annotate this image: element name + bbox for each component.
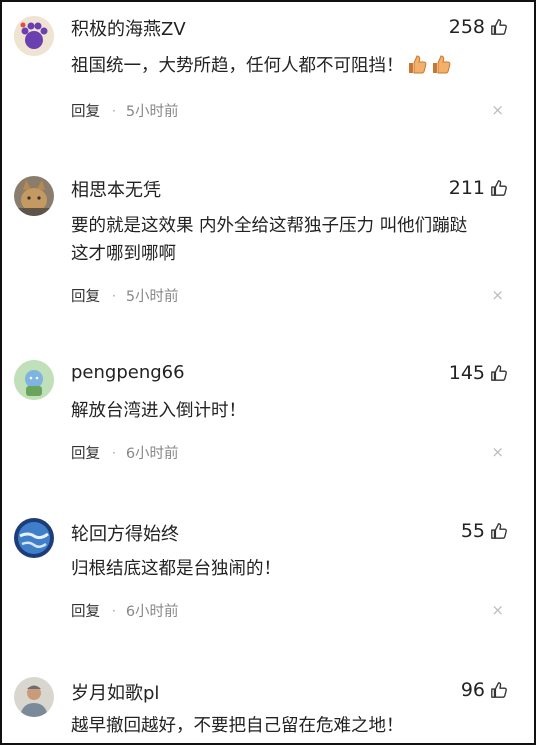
separator-dot: · [112, 603, 116, 618]
comment-item: 相思本无凭 211 要的就是这效果 内外全给这帮独子压力 叫他们蹦跶 这才哪到哪… [2, 162, 534, 347]
like-count: 145 [448, 362, 485, 384]
earth-avatar-icon [14, 518, 54, 558]
comment-text: 越早撤回越好，不要把自己留在危难之地！ [71, 712, 501, 740]
comment-item: 岁月如歌pl 96 越早撤回越好，不要把自己留在危难之地！ [2, 665, 534, 743]
thumbs-up-emoji-icon [430, 53, 452, 75]
reply-button[interactable]: 回复 [71, 100, 100, 121]
avatar[interactable] [14, 360, 54, 400]
comment-text-line: 要的就是这效果 内外全给这帮独子压力 叫他们蹦跶 [71, 216, 468, 236]
comment-meta: 回复 · 5小时前 [71, 285, 179, 306]
comment-text-body: 越早撤回越好，不要把自己留在危难之地！ [71, 716, 404, 736]
avatar[interactable] [14, 16, 54, 56]
comment-meta: 回复 · 5小时前 [71, 100, 179, 121]
like-count: 211 [448, 177, 485, 199]
thumbs-up-icon [491, 180, 507, 196]
comment-text: 祖国统一，大势所趋，任何人都不可阻挡！ [71, 52, 501, 80]
avatar[interactable] [14, 176, 54, 216]
cartoon-avatar-icon [14, 360, 54, 400]
avatar[interactable] [14, 518, 54, 558]
thumbs-up-icon [491, 365, 507, 381]
comment-text: 要的就是这效果 内外全给这帮独子压力 叫他们蹦跶 这才哪到哪啊 [71, 212, 501, 268]
comment-item: pengpeng66 145 解放台湾进入倒计时！ 回复 · 6小时前 × [2, 347, 534, 505]
like-button[interactable]: 96 [461, 679, 508, 701]
comment-list: 积极的海燕ZV 258 祖国统一，大势所趋，任何人都不可阻挡！ 回复 · 5小时… [0, 0, 536, 745]
reply-button[interactable]: 回复 [71, 600, 100, 621]
comment-meta: 回复 · 6小时前 [71, 600, 179, 621]
comment-text-body: 解放台湾进入倒计时！ [71, 401, 246, 421]
separator-dot: · [112, 288, 116, 303]
reply-button[interactable]: 回复 [71, 442, 100, 463]
username[interactable]: 积极的海燕ZV [71, 15, 186, 41]
like-count: 96 [460, 679, 485, 701]
comment-text-body: 归根结底这都是台独闹的！ [71, 559, 281, 579]
comment-text: 归根结底这都是台独闹的！ [71, 555, 501, 583]
like-button[interactable]: 145 [449, 362, 508, 384]
thumbs-up-icon [491, 682, 507, 698]
username[interactable]: 轮回方得始终 [71, 520, 179, 546]
comment-item: 积极的海燕ZV 258 祖国统一，大势所趋，任何人都不可阻挡！ 回复 · 5小时… [2, 2, 534, 162]
like-count: 55 [460, 520, 485, 542]
comment-item: 轮回方得始终 55 归根结底这都是台独闹的！ 回复 · 6小时前 × [2, 505, 534, 665]
comment-time: 5小时前 [125, 104, 179, 120]
comment-meta: 回复 · 6小时前 [71, 442, 179, 463]
comment-time: 6小时前 [125, 604, 179, 620]
thumbs-up-emoji-icon [406, 53, 428, 75]
username[interactable]: 岁月如歌pl [71, 679, 159, 705]
thumbs-up-icon [491, 523, 507, 539]
reply-button[interactable]: 回复 [71, 285, 100, 306]
username[interactable]: 相思本无凭 [71, 176, 161, 202]
close-icon[interactable]: × [491, 601, 504, 619]
avatar[interactable] [14, 677, 54, 717]
close-icon[interactable]: × [491, 101, 504, 119]
close-icon[interactable]: × [491, 443, 504, 461]
comment-text-line: 这才哪到哪啊 [71, 244, 176, 264]
username[interactable]: pengpeng66 [71, 362, 185, 383]
person-photo-avatar-icon [14, 677, 54, 717]
comment-text-body: 祖国统一，大势所趋，任何人都不可阻挡！ [71, 56, 404, 76]
comment-time: 5小时前 [125, 289, 179, 305]
like-button[interactable]: 211 [449, 177, 508, 199]
comment-text: 解放台湾进入倒计时！ [71, 397, 501, 425]
like-button[interactable]: 55 [461, 520, 508, 542]
like-button[interactable]: 258 [449, 16, 508, 38]
separator-dot: · [112, 103, 116, 118]
like-count: 258 [448, 16, 485, 38]
close-icon[interactable]: × [491, 286, 504, 304]
cat-paw-avatar-icon [14, 16, 54, 56]
cat-photo-avatar-icon [14, 176, 54, 216]
separator-dot: · [112, 445, 116, 460]
comment-time: 6小时前 [125, 446, 179, 462]
thumbs-up-icon [491, 19, 507, 35]
